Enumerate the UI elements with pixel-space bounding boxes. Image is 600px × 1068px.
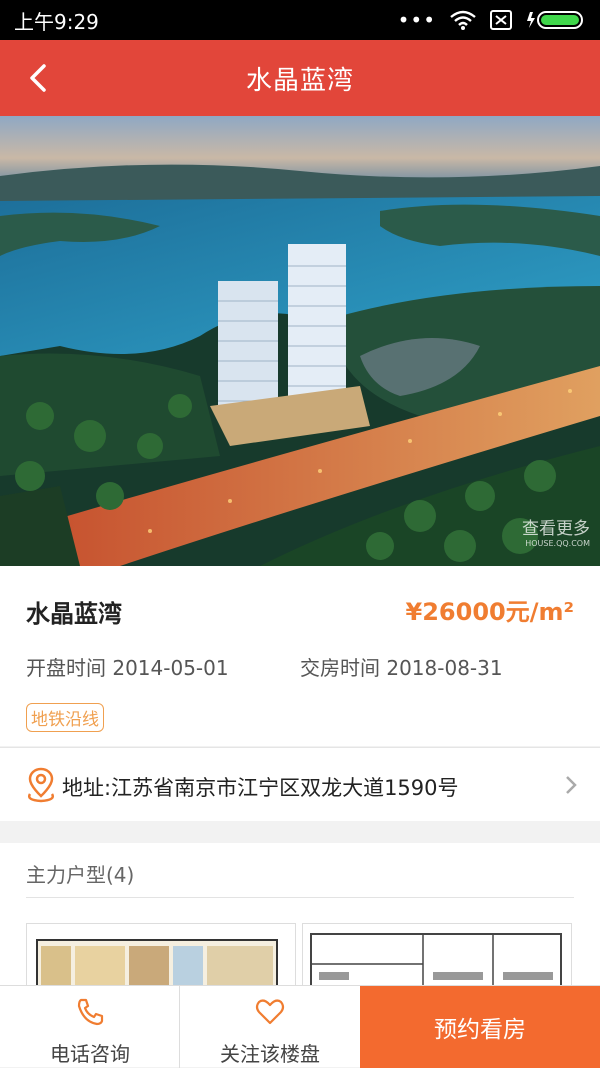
wifi-icon	[450, 10, 476, 30]
property-price: ¥26000元/m²	[405, 598, 574, 626]
unit-types-title: 主力户型(4)	[26, 863, 135, 887]
back-arrow-icon[interactable]	[24, 62, 54, 94]
property-name: 水晶蓝湾	[26, 600, 122, 628]
page-title: 水晶蓝湾	[245, 65, 354, 96]
location-pin-icon	[27, 767, 55, 803]
more-dots-icon: •••	[397, 8, 436, 32]
phone-icon	[77, 998, 104, 1026]
open-date: 开盘时间 2014-05-01	[26, 656, 229, 680]
bottom-action-bar: 电话咨询 关注该楼盘 预约看房	[0, 985, 600, 1068]
address-row[interactable]: 地址:江苏省南京市江宁区双龙大道1590号	[0, 747, 600, 821]
divider	[26, 897, 574, 898]
metro-tag: 地铁沿线	[26, 703, 104, 732]
delivery-date: 交房时间 2018-08-31	[300, 656, 503, 680]
phone-consult-label: 电话咨询	[50, 1042, 130, 1066]
sim-icon	[490, 10, 512, 30]
hero-image[interactable]: 查看更多 HOUSE.QQ.COM	[0, 116, 600, 566]
status-bar: 上午9:29 •••	[0, 0, 600, 40]
address-text: 地址:江苏省南京市江宁区双龙大道1590号	[62, 776, 459, 800]
follow-button[interactable]: 关注该楼盘	[180, 986, 360, 1068]
watermark: 查看更多 HOUSE.QQ.COM	[522, 514, 590, 548]
battery-icon	[527, 11, 583, 29]
heart-icon	[255, 999, 285, 1025]
hero-rendering	[0, 116, 600, 566]
status-time: 上午9:29	[14, 9, 99, 34]
unit-types-section: 主力户型(4)	[0, 843, 600, 1003]
watermark-text: 查看更多	[522, 519, 590, 539]
watermark-sub: HOUSE.QQ.COM	[525, 539, 590, 548]
phone-consult-button[interactable]: 电话咨询	[0, 986, 180, 1068]
follow-label: 关注该楼盘	[220, 1042, 320, 1066]
property-info: 水晶蓝湾 ¥26000元/m² 开盘时间 2014-05-01 交房时间 201…	[0, 566, 600, 746]
status-icons: •••	[398, 8, 586, 32]
chevron-right-icon	[566, 776, 577, 794]
book-viewing-button[interactable]: 预约看房	[360, 986, 600, 1068]
title-bar: 水晶蓝湾	[0, 40, 600, 116]
